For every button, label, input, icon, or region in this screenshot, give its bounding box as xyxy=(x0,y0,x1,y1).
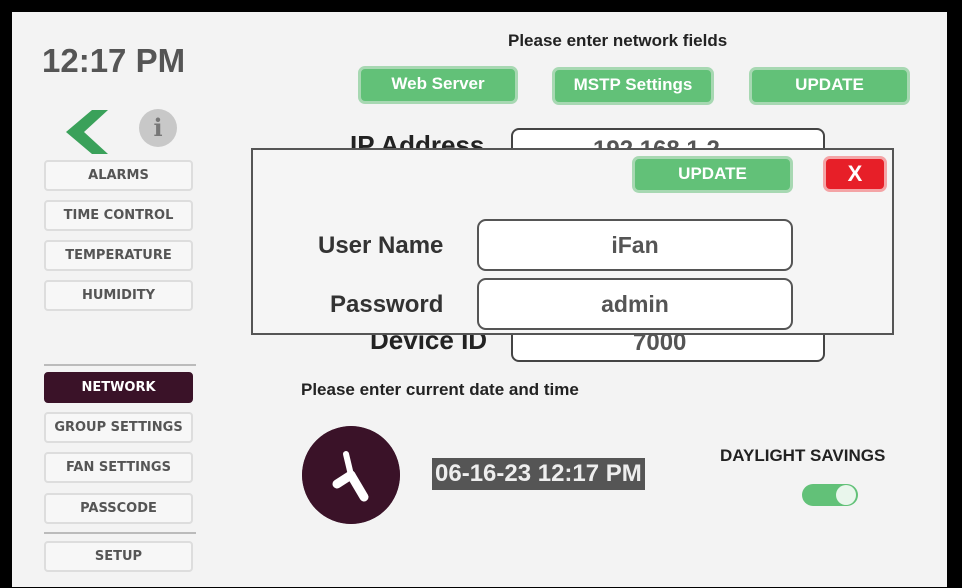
nav-time-control[interactable]: TIME CONTROL xyxy=(44,200,193,231)
password-field[interactable] xyxy=(477,278,793,330)
network-title: Please enter network fields xyxy=(508,31,728,50)
username-label: User Name xyxy=(318,232,444,259)
nav-divider xyxy=(44,532,196,534)
daylight-savings-label: DAYLIGHT SAVINGS xyxy=(720,446,886,465)
nav-humidity[interactable]: HUMIDITY xyxy=(44,280,193,311)
nav-group-settings[interactable]: GROUP SETTINGS xyxy=(44,412,193,443)
screen: 12:17 PM i ALARMS TIME CONTROL TEMPERATU… xyxy=(12,12,947,587)
nav-divider xyxy=(44,364,196,366)
nav-alarms[interactable]: ALARMS xyxy=(44,160,193,191)
web-server-button[interactable]: Web Server xyxy=(358,66,518,104)
nav-passcode[interactable]: PASSCODE xyxy=(44,493,193,524)
clock-icon[interactable] xyxy=(302,426,400,524)
login-dialog: UPDATE X User Name Password xyxy=(251,148,894,335)
toggle-knob xyxy=(836,485,856,505)
dialog-update-button[interactable]: UPDATE xyxy=(632,156,793,193)
date-time-title: Please enter current date and time xyxy=(301,380,579,399)
nav-network[interactable]: NETWORK xyxy=(44,372,193,403)
back-arrow-icon[interactable] xyxy=(54,108,114,168)
nav-temperature[interactable]: TEMPERATURE xyxy=(44,240,193,271)
clock-time: 12:17 PM xyxy=(42,42,186,79)
nav-fan-settings[interactable]: FAN SETTINGS xyxy=(44,452,193,483)
nav-setup[interactable]: SETUP xyxy=(44,541,193,572)
network-update-button[interactable]: UPDATE xyxy=(749,67,910,105)
mstp-settings-button[interactable]: MSTP Settings xyxy=(552,67,714,105)
date-time-value[interactable]: 06-16-23 12:17 PM xyxy=(432,458,645,490)
daylight-savings-toggle[interactable] xyxy=(802,484,858,506)
password-label: Password xyxy=(330,291,444,318)
dialog-close-button[interactable]: X xyxy=(823,156,887,192)
info-icon[interactable]: i xyxy=(139,109,177,147)
username-field[interactable] xyxy=(477,219,793,271)
